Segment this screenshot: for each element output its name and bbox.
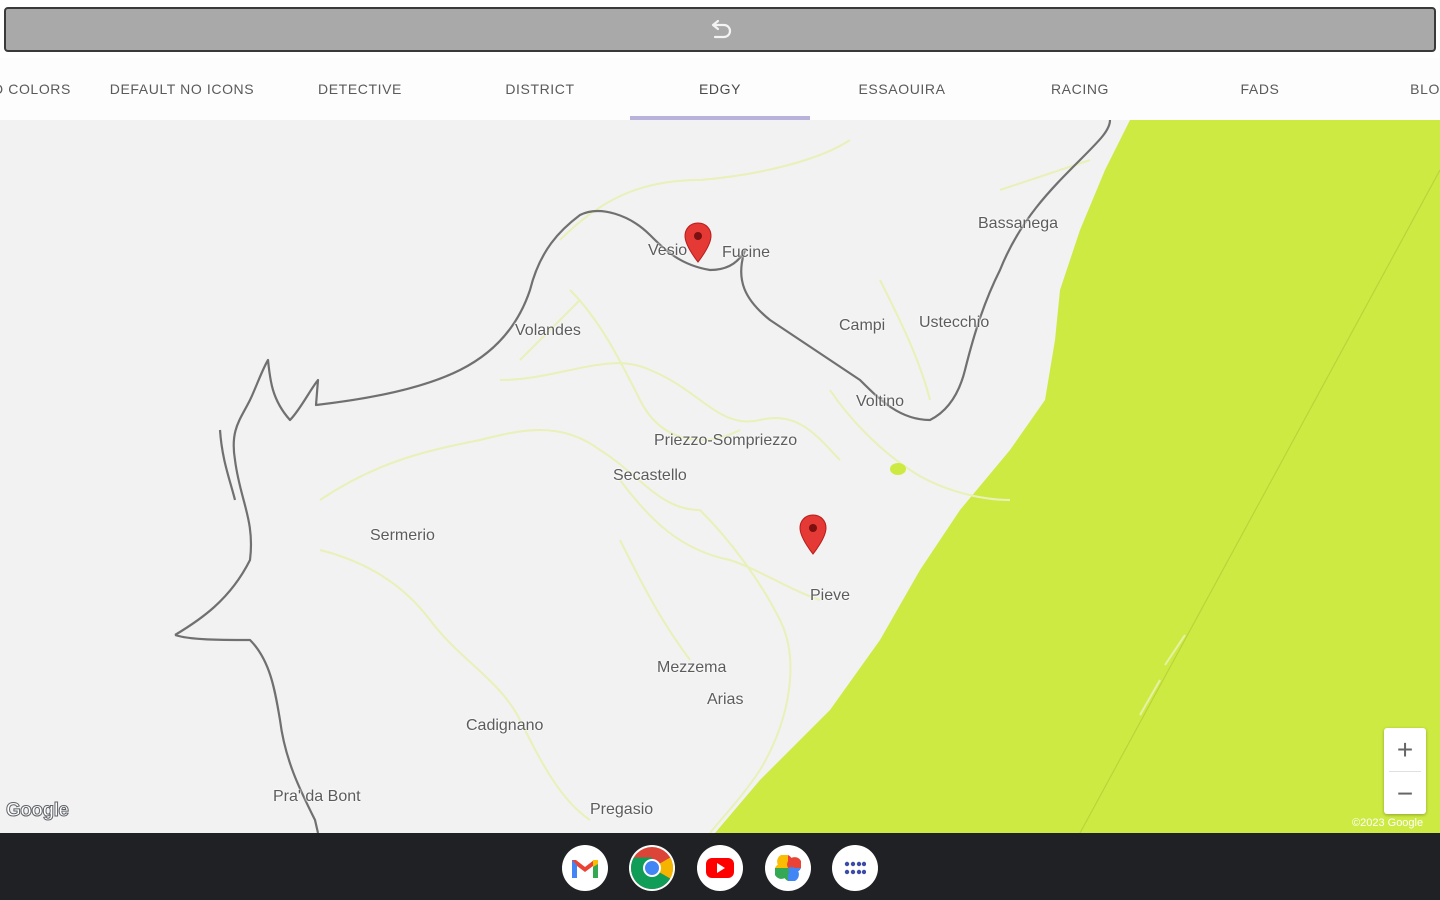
tab-essaouira[interactable]: ESSAOUIRA — [812, 58, 992, 120]
zoom-out-button[interactable]: − — [1384, 772, 1426, 815]
place-label: Fucine — [722, 244, 771, 261]
place-label: Bassanega — [978, 215, 1059, 232]
app-launcher-icon — [844, 861, 866, 875]
map-canvas — [174, 120, 1440, 833]
tab-detective[interactable]: DETECTIVE — [270, 58, 450, 120]
map-copyright: ©2023 Google — [1352, 817, 1424, 829]
google-logo[interactable]: Google — [5, 800, 69, 822]
chrome-app-button[interactable] — [629, 845, 675, 891]
zoom-in-button[interactable]: + — [1384, 728, 1426, 771]
place-label: Arias — [707, 691, 744, 708]
app-launcher-button[interactable] — [832, 845, 878, 891]
youtube-icon — [706, 858, 734, 878]
place-label: Ustecchio — [919, 314, 990, 331]
place-label: Volandes — [515, 322, 581, 339]
place-label: Pregasio — [590, 801, 654, 818]
photos-app-button[interactable] — [765, 845, 811, 891]
zoom-controls: + − — [1384, 728, 1426, 814]
chrome-icon — [630, 847, 674, 890]
place-label: Pieve — [810, 587, 851, 604]
gmail-icon — [572, 860, 598, 878]
taskbar-dock — [0, 833, 1440, 900]
map-view[interactable]: Vesio Fucine Bassanega Volandes Campi Us… — [0, 120, 1440, 833]
lake-area — [715, 120, 1440, 833]
place-label: Priezzo-Sompriezzo — [654, 432, 798, 449]
place-label: Pra' da Bont — [273, 788, 361, 805]
tab-blo[interactable]: BLO — [1350, 58, 1440, 120]
place-label: Cadignano — [466, 717, 544, 734]
photos-icon — [775, 855, 801, 881]
tab-fads[interactable]: FADS — [1170, 58, 1350, 120]
place-label: Mezzema — [657, 659, 727, 676]
place-label: Sermerio — [370, 527, 435, 544]
youtube-app-button[interactable] — [697, 845, 743, 891]
undo-back-icon[interactable] — [707, 17, 735, 45]
place-label: Vesio — [648, 242, 688, 259]
top-bar — [0, 0, 1440, 58]
tab-default-no-icons[interactable]: DEFAULT NO ICONS — [92, 58, 272, 120]
map-style-tabs: D COLORS DEFAULT NO ICONS DETECTIVE DIST… — [0, 58, 1440, 121]
place-label: Voltino — [856, 393, 905, 410]
map-marker-pin-icon[interactable] — [798, 514, 828, 556]
tab-edgy[interactable]: EDGY — [630, 58, 810, 120]
map-marker-pin-icon[interactable] — [683, 222, 713, 264]
tab-district[interactable]: DISTRICT — [450, 58, 630, 120]
place-label: Secastello — [613, 467, 687, 484]
gmail-app-button[interactable] — [562, 845, 608, 891]
tab-racing[interactable]: RACING — [990, 58, 1170, 120]
place-label: Campi — [839, 317, 886, 334]
